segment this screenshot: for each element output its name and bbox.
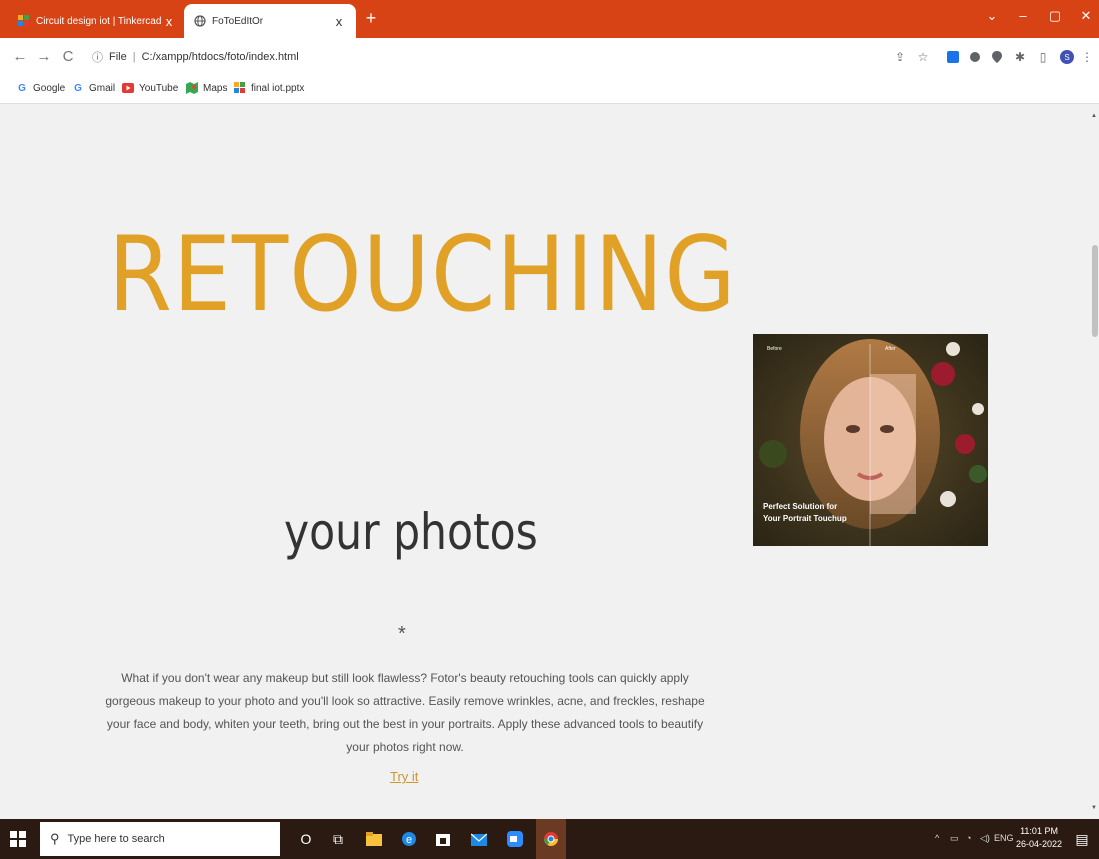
maximize-icon[interactable]: ▢ <box>1045 8 1065 24</box>
bookmark-label: YouTube <box>139 82 179 94</box>
close-window-icon[interactable]: ✕ <box>1076 8 1096 24</box>
url-scheme: File <box>109 51 127 63</box>
subtitle: your photos <box>284 503 538 561</box>
portrait-image: Before After Perfect Solution for Your P… <box>753 334 988 546</box>
wifi-icon[interactable]: ◔ <box>966 833 971 843</box>
battery-icon[interactable]: ▭ <box>950 833 959 844</box>
new-tab-button[interactable]: + <box>362 8 380 28</box>
task-view-icon[interactable]: ⧉ <box>328 829 348 849</box>
bookmark-label: Maps <box>203 82 228 94</box>
page-scrollbar[interactable]: ▲ ▼ <box>1090 105 1099 819</box>
caption-line: Your Portrait Touchup <box>763 514 847 523</box>
scroll-thumb[interactable] <box>1092 245 1098 337</box>
globe-icon <box>194 15 206 27</box>
bookmark-final-iot[interactable]: final iot.pptx <box>234 82 304 94</box>
location-extension-icon[interactable] <box>990 50 1004 64</box>
after-label: After <box>885 346 896 352</box>
photo-caption: Perfect Solution for Your Portrait Touch… <box>763 501 847 525</box>
windows-taskbar: ⚲ Type here to search O ⧉ e ^ ▭ ◔ ◁) ENG… <box>0 819 1099 859</box>
reload-icon[interactable]: C <box>60 48 76 65</box>
info-icon[interactable]: ⓘ <box>92 49 103 65</box>
url-separator: | <box>132 51 136 63</box>
ornament-star: * <box>398 623 406 645</box>
youtube-icon <box>122 82 134 94</box>
cortana-icon[interactable]: O <box>296 829 316 849</box>
zoom-icon[interactable] <box>505 829 525 849</box>
google-icon: G <box>18 82 26 94</box>
profile-avatar[interactable]: S <box>1060 50 1074 64</box>
tab-tinkercad[interactable]: Circuit design iot | Tinkercad x <box>8 4 186 38</box>
scroll-up-icon[interactable]: ▲ <box>1091 113 1097 119</box>
volume-icon[interactable]: ◁) <box>980 833 990 844</box>
tab-title: FoToEdItOr <box>212 15 264 27</box>
minimize-icon[interactable]: – <box>1013 8 1033 23</box>
search-placeholder: Type here to search <box>67 833 165 845</box>
chrome-icon[interactable] <box>536 819 566 859</box>
bookmark-maps[interactable]: Maps <box>186 82 227 94</box>
google-icon: G <box>74 82 82 94</box>
side-panel-icon[interactable]: ▯ <box>1036 50 1050 64</box>
tab-search-icon[interactable]: ⌄ <box>982 8 1002 24</box>
menu-kebab-icon[interactable]: ⋮ <box>1080 50 1094 64</box>
maps-icon <box>186 82 198 94</box>
bookmark-google[interactable]: G Google <box>16 82 65 94</box>
edge-icon[interactable]: e <box>399 829 419 849</box>
windows-start-icon[interactable] <box>10 831 26 847</box>
hero-title: RETOUCHING <box>108 215 737 335</box>
extensions-puzzle-icon[interactable]: ✱ <box>1013 50 1027 64</box>
share-icon[interactable]: ⇪ <box>893 50 907 64</box>
language-indicator[interactable]: ENG <box>994 833 1014 843</box>
bookmark-label: Gmail <box>89 82 116 94</box>
url-path: C:/xampp/htdocs/foto/index.html <box>141 51 299 63</box>
page-content: RETOUCHING your photos * What if you don… <box>0 105 1090 819</box>
scroll-down-icon[interactable]: ▼ <box>1091 805 1097 811</box>
mail-icon[interactable] <box>469 829 489 849</box>
description: What if you don't wear any makeup but st… <box>105 671 705 754</box>
file-explorer-icon[interactable] <box>364 829 384 849</box>
bookmark-label: final iot.pptx <box>251 82 305 94</box>
search-icon: ⚲ <box>50 831 60 846</box>
svg-text:e: e <box>406 834 412 846</box>
try-it-link[interactable]: Try it <box>390 769 418 784</box>
svg-text:S: S <box>1064 53 1069 62</box>
close-tab-icon[interactable]: x <box>332 14 346 29</box>
close-tab-icon[interactable]: x <box>162 14 176 29</box>
browser-toolbar: ← → C ⓘ File | C:/xampp/htdocs/foto/inde… <box>0 38 1099 76</box>
bookmark-label: Google <box>33 82 66 94</box>
bookmark-star-icon[interactable]: ☆ <box>916 50 930 64</box>
bookmark-youtube[interactable]: YouTube <box>122 82 178 94</box>
date: 26-04-2022 <box>1016 839 1063 849</box>
back-icon[interactable]: ← <box>12 48 28 65</box>
tab-fotoeditor[interactable]: FoToEdItOr x <box>184 4 356 38</box>
forward-icon[interactable]: → <box>36 48 52 65</box>
before-label: Before <box>767 346 782 352</box>
clock[interactable]: 11:01 PM 26-04-2022 <box>1016 825 1062 851</box>
show-hidden-icons-icon[interactable]: ^ <box>935 833 939 843</box>
tab-strip: Circuit design iot | Tinkercad x FoToEdI… <box>0 0 1099 38</box>
bookmarks-bar: G Google G Gmail YouTube Maps final iot.… <box>0 76 1099 104</box>
caption-line: Perfect Solution for <box>763 502 838 511</box>
extension-icon[interactable] <box>946 50 960 64</box>
address-bar[interactable]: ⓘ File | C:/xampp/htdocs/foto/index.html <box>92 46 299 68</box>
time: 11:01 PM <box>1020 826 1058 836</box>
tinkercad-favicon-icon <box>18 15 30 27</box>
taskbar-search-input[interactable]: ⚲ Type here to search <box>40 822 280 856</box>
store-icon[interactable] <box>433 829 453 849</box>
tab-title: Circuit design iot | Tinkercad <box>36 15 162 27</box>
bookmark-gmail[interactable]: G Gmail <box>72 82 115 94</box>
notifications-icon[interactable]: ▤ <box>1072 829 1092 849</box>
extension-icon[interactable] <box>968 50 982 64</box>
file-icon <box>234 82 246 94</box>
